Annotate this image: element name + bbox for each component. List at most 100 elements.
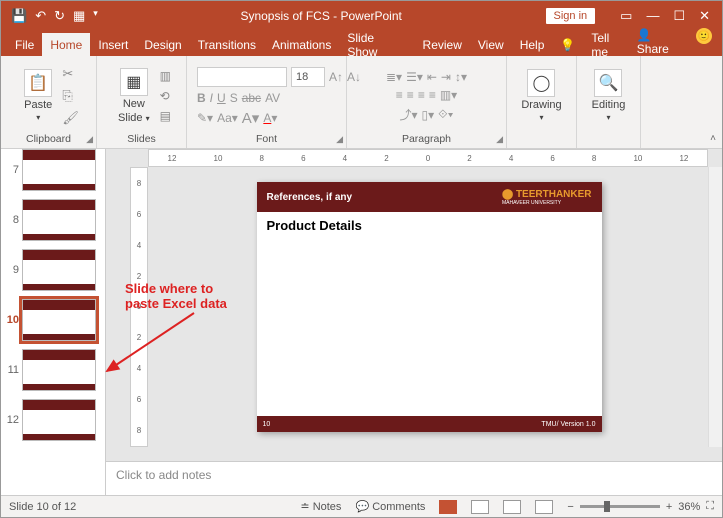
font-color-icon[interactable]: A▾ (263, 111, 277, 125)
tab-home[interactable]: Home (42, 33, 90, 56)
vertical-scrollbar[interactable] (708, 167, 722, 447)
text-direction-icon[interactable]: ⤴▾ (400, 106, 418, 123)
brand-logo: ⬤ TEERTHANKER MAHAVEER UNIVERSITY (502, 189, 592, 206)
spacing-icon[interactable]: AV (265, 91, 280, 105)
justify-icon[interactable]: ≡ (429, 88, 436, 102)
sorter-view-icon[interactable] (471, 500, 489, 514)
tab-design[interactable]: Design (136, 33, 189, 56)
align-center-icon[interactable]: ≡ (407, 88, 414, 102)
ribbon-display-icon[interactable]: ▭ (620, 8, 632, 24)
save-icon[interactable]: 💾 (11, 8, 27, 24)
bold-button[interactable]: B (197, 91, 206, 105)
tellme-lightbulb-icon[interactable]: 💡 (552, 33, 583, 56)
thumbnail-7[interactable]: 7 (1, 149, 105, 195)
minimize-icon[interactable]: — (646, 8, 659, 24)
font-launcher-icon[interactable]: ◢ (336, 134, 343, 145)
redo-icon[interactable]: ↻ (54, 8, 65, 24)
comments-toggle[interactable]: 💬 Comments (355, 500, 425, 513)
slide-thumbnail-panel[interactable]: 7 8 9 10 11 12 (1, 149, 106, 495)
tab-animations[interactable]: Animations (264, 33, 339, 56)
bullets-icon[interactable]: ≣▾ (386, 70, 402, 84)
group-slides-label: Slides (97, 131, 186, 148)
feedback-smiley-icon[interactable]: 🙂 (696, 28, 712, 44)
normal-view-icon[interactable] (439, 500, 457, 514)
undo-icon[interactable]: ↶ (35, 8, 46, 24)
tab-review[interactable]: Review (415, 33, 470, 56)
drawing-icon: ◯ (527, 69, 555, 97)
font-size-input[interactable]: 18 (291, 67, 325, 87)
tab-insert[interactable]: Insert (90, 33, 136, 56)
layout-icon[interactable]: ▥ (160, 69, 171, 83)
strikethrough-button[interactable]: abc (242, 91, 261, 105)
line-spacing-icon[interactable]: ↕▾ (455, 70, 467, 84)
cut-icon[interactable]: ✂ (62, 66, 79, 82)
slide-footer-number: 10 (263, 421, 271, 428)
outdent-icon[interactable]: ⇤ (427, 70, 437, 84)
new-slide-button[interactable]: ▦ New Slide ▾ (112, 66, 156, 126)
increase-font-icon[interactable]: A↑ (329, 70, 343, 84)
copy-icon[interactable]: ⎘ (62, 88, 79, 104)
zoom-level[interactable]: 36% (678, 501, 700, 513)
drawing-button[interactable]: ◯ Drawing▾ (515, 67, 567, 124)
tab-view[interactable]: View (470, 33, 512, 56)
collapse-ribbon-icon[interactable]: ˄ (710, 133, 716, 144)
paragraph-launcher-icon[interactable]: ◢ (496, 134, 503, 145)
document-title: Synopsis of FCS - PowerPoint (98, 9, 545, 23)
format-painter-icon[interactable]: 🖌 (62, 110, 79, 126)
fit-to-window-icon[interactable]: ⛶ (706, 500, 714, 513)
font-name-input[interactable] (197, 67, 287, 87)
clipboard-icon: 📋 (24, 69, 52, 97)
signin-button[interactable]: Sign in (545, 7, 597, 25)
maximize-icon[interactable]: ☐ (673, 8, 685, 24)
change-case-button[interactable]: Aa▾ (217, 111, 238, 125)
notes-toggle[interactable]: ≐ Notes (300, 500, 341, 513)
tab-file[interactable]: File (7, 33, 42, 56)
paste-button[interactable]: 📋 Paste▾ (18, 67, 58, 124)
vertical-ruler: 864202468 (130, 167, 148, 447)
group-paragraph-label: Paragraph (347, 131, 506, 148)
slideshow-view-icon[interactable] (535, 500, 553, 514)
group-font-label: Font (187, 131, 346, 148)
find-icon: 🔍 (594, 69, 622, 97)
tab-tellme[interactable]: Tell me (583, 33, 636, 56)
share-button[interactable]: 👤 Share (637, 28, 686, 56)
close-icon[interactable]: ✕ (699, 8, 710, 24)
reset-icon[interactable]: ⟲ (160, 89, 171, 103)
status-slide-number: Slide 10 of 12 (9, 501, 76, 513)
tab-help[interactable]: Help (512, 33, 553, 56)
tab-transitions[interactable]: Transitions (190, 33, 264, 56)
underline-button[interactable]: U (217, 91, 226, 105)
tab-slideshow[interactable]: Slide Show (339, 33, 414, 56)
highlight-icon[interactable]: ✎▾ (197, 111, 213, 125)
slide-canvas[interactable]: References, if any ⬤ TEERTHANKER MAHAVEE… (257, 182, 602, 432)
align-left-icon[interactable]: ≡ (396, 88, 403, 102)
shadow-button[interactable]: S (230, 91, 238, 105)
zoom-slider[interactable] (580, 505, 660, 508)
align-right-icon[interactable]: ≡ (418, 88, 425, 102)
numbering-icon[interactable]: ☰▾ (406, 70, 423, 84)
editing-button[interactable]: 🔍 Editing▾ (586, 67, 632, 124)
horizontal-ruler: 12108642024681012 (148, 149, 708, 167)
columns-icon[interactable]: ▥▾ (440, 88, 457, 102)
reading-view-icon[interactable] (503, 500, 521, 514)
group-clipboard-label: Clipboard (1, 131, 96, 148)
clipboard-launcher-icon[interactable]: ◢ (86, 134, 93, 145)
notes-pane[interactable]: Click to add notes (106, 461, 722, 495)
font-color-large-icon[interactable]: A▾ (242, 109, 260, 127)
zoom-out-icon[interactable]: − (567, 501, 573, 513)
slide-subtitle: Product Details (257, 212, 602, 239)
slide-footer-version: TMU/ Version 1.0 (541, 421, 595, 428)
slide-header-text: References, if any (267, 192, 353, 203)
thumbnail-8[interactable]: 8 (1, 195, 105, 245)
thumbnail-9[interactable]: 9 (1, 245, 105, 295)
indent-icon[interactable]: ⇥ (441, 70, 451, 84)
thumbnail-10[interactable]: 10 (1, 295, 105, 345)
smartart-icon[interactable]: ⟐▾ (438, 107, 453, 122)
thumbnail-12[interactable]: 12 (1, 395, 105, 445)
align-text-icon[interactable]: ▯▾ (422, 108, 435, 122)
thumbnail-11[interactable]: 11 (1, 345, 105, 395)
section-icon[interactable]: ▤ (160, 109, 171, 123)
zoom-in-icon[interactable]: + (666, 501, 672, 513)
startfrom-icon[interactable]: ▦ (73, 8, 85, 24)
italic-button[interactable]: I (210, 91, 213, 105)
